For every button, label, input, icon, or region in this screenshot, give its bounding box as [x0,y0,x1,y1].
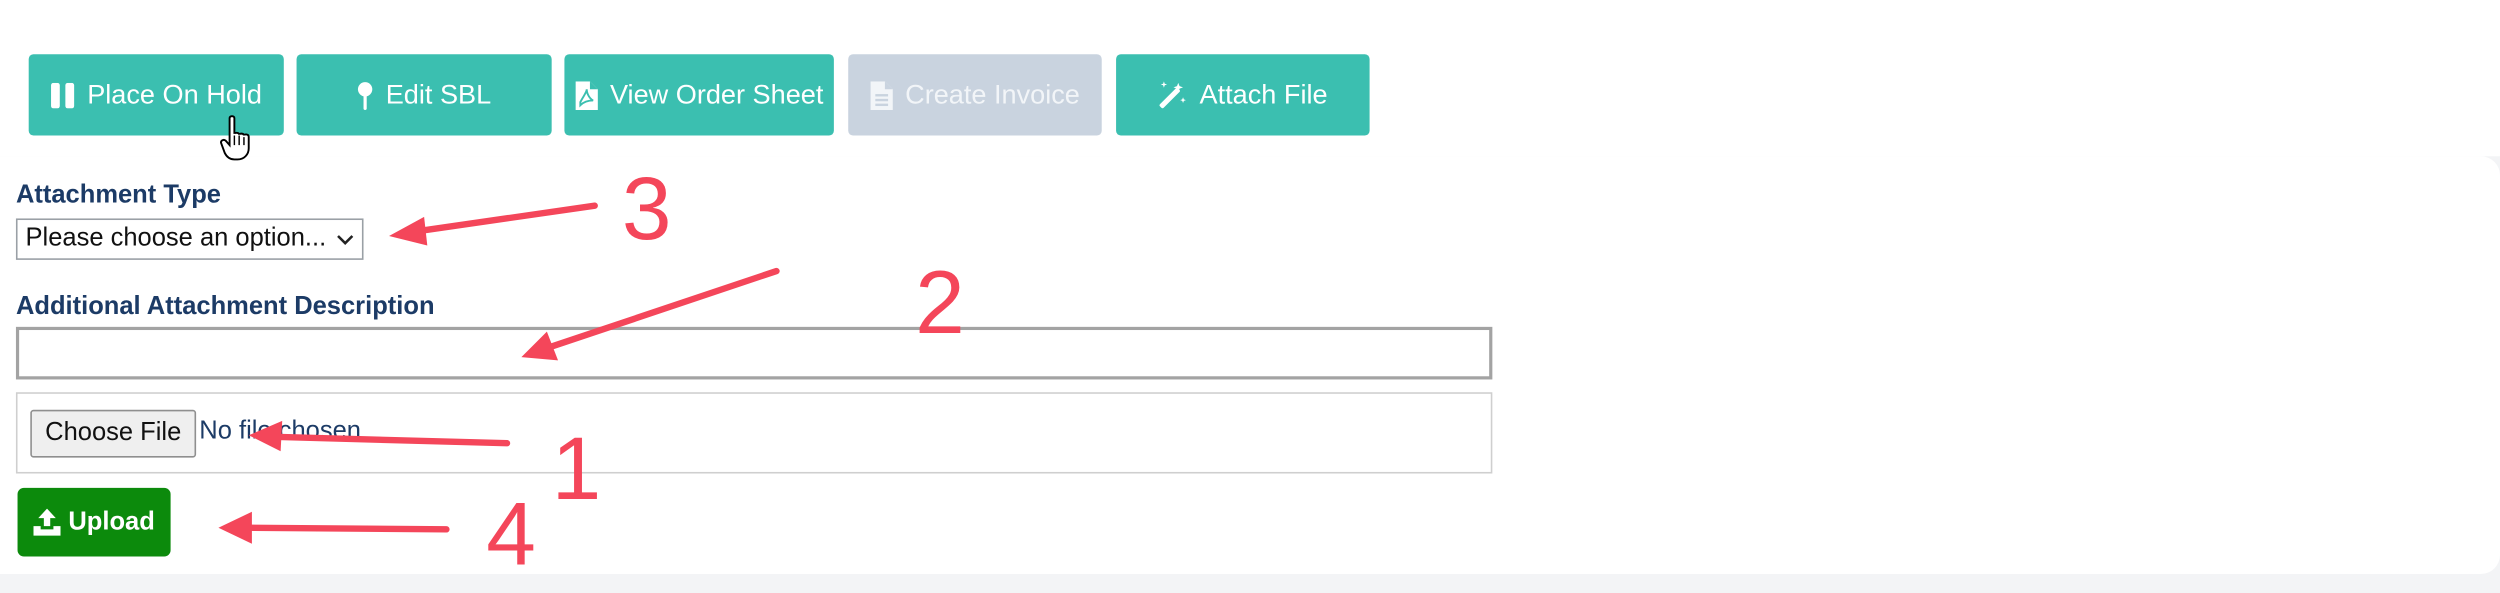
arrow-2 [545,267,780,351]
arrow-1 [271,433,511,447]
arrowhead-1 [248,420,283,452]
step-number-1: 1 [551,417,602,519]
arrowhead-3 [389,216,428,246]
page: Place On Hold Edit SBL View Order Sheet … [0,0,2500,593]
arrow-3 [414,202,598,235]
annotation-arrows [218,202,780,544]
arrowhead-4 [218,511,252,544]
step-number-3: 3 [621,157,672,259]
arrow-4 [239,524,450,533]
step-number-2: 2 [915,251,965,353]
step-number-4: 4 [486,483,536,584]
